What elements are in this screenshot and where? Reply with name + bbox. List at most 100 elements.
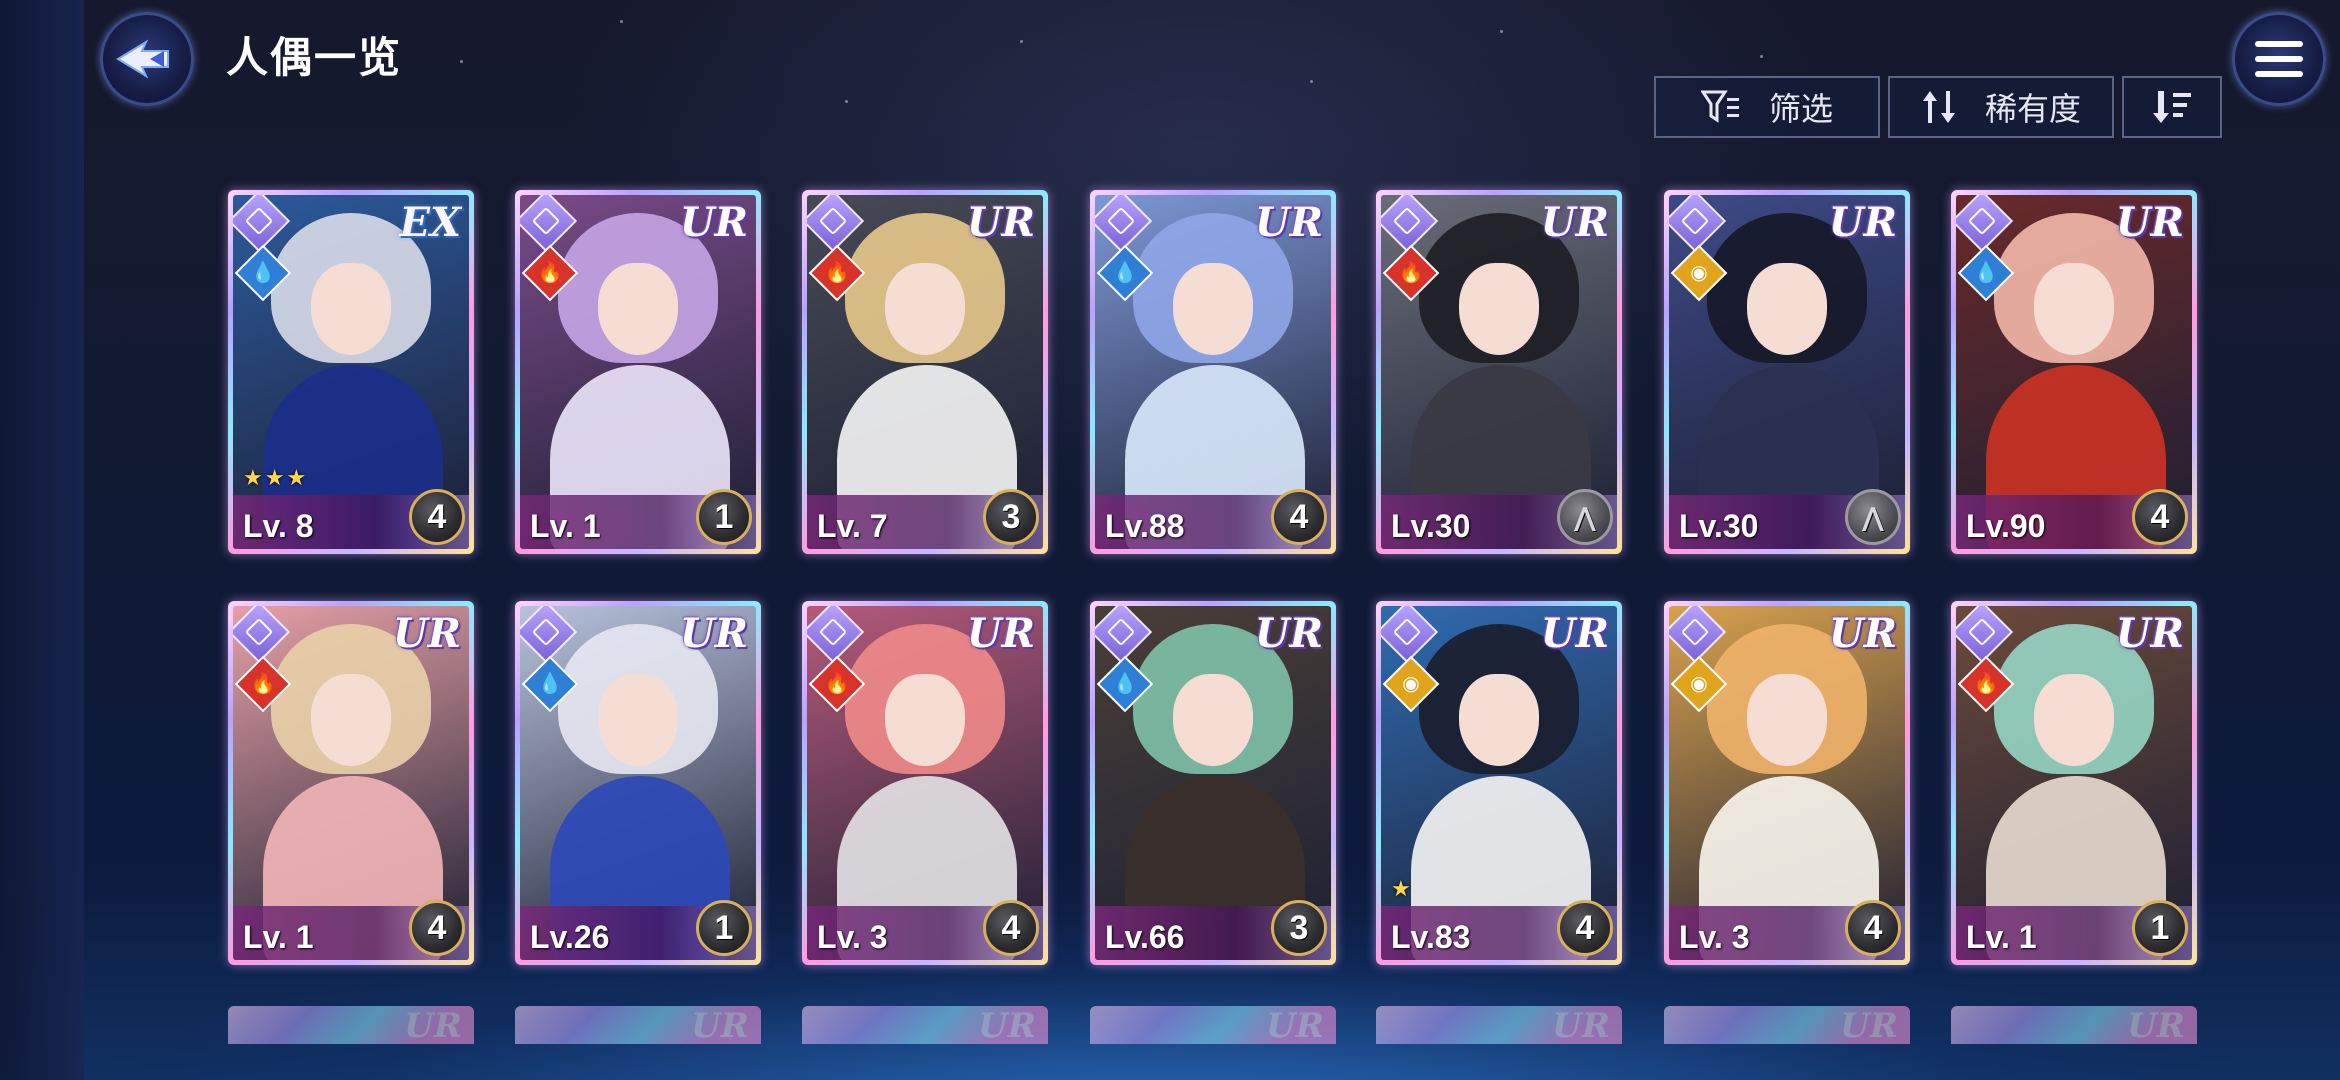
doll-card-partial[interactable]: UR [515,1006,761,1044]
doll-card-inner: UR 🔥 Lv.30 ⋀ [1381,195,1617,549]
wings-emblem-icon: ⋀ [1557,489,1613,545]
sort-order-button[interactable] [2122,76,2222,138]
rarity-label: UR [392,610,461,657]
filter-label: 筛选 [1768,91,1833,127]
doll-card[interactable]: UR ◉ Lv.30 ⋀ [1664,190,1910,554]
level-text: Lv.30 [1391,508,1471,544]
sort-swap-icon [1922,91,1955,123]
wings-emblem-icon: ⋀ [1845,489,1901,545]
level-text: Lv. 1 [530,508,601,544]
level-text: Lv. 7 [817,508,888,544]
doll-card[interactable]: UR 💧 Lv.66 3 [1090,601,1336,965]
rarity-label: UR [978,1006,1036,1044]
filter-button[interactable]: 筛选 [1654,76,1880,138]
awaken-level-badge: 4 [409,900,465,956]
sort-rarity-button[interactable]: 稀有度 [1888,76,2114,138]
portrait-face [885,263,965,355]
doll-card[interactable]: UR ◉ Lv. 34 [1664,601,1910,965]
level-text: Lv.83 [1391,919,1471,955]
doll-card-partial[interactable]: UR [802,1006,1048,1044]
doll-card[interactable]: UR ◉ ★ Lv.83 4 [1376,601,1622,965]
awaken-level-badge: 4 [983,900,1039,956]
rarity-label: UR [1828,610,1897,657]
rarity-label: EX [399,199,461,246]
doll-card-partial[interactable]: UR [228,1006,474,1044]
star-rating: ★ [1391,876,1413,901]
rarity-label: UR [679,610,748,657]
doll-card-inner: UR 💧 Lv.66 3 [1095,606,1331,960]
level-text: Lv. 3 [817,919,888,955]
doll-list-screen: 人偶一览 筛选 稀有度 EX 💧 ★★★ Lv. 8 4 UR 🔥 Lv. 1 … [0,0,2340,1080]
level-text: Lv. 1 [243,919,314,955]
level-text: Lv.66 [1105,919,1185,955]
level-text: Lv.26 [530,919,610,955]
doll-card-inner: UR 🔥 Lv. 73 [807,195,1043,549]
rarity-label: UR [691,1006,749,1044]
rarity-label: UR [966,610,1035,657]
rarity-label: UR [1254,610,1323,657]
doll-card-partial[interactable]: UR [1376,1006,1622,1044]
level-text: Lv.30 [1679,508,1759,544]
rarity-label: UR [2115,199,2184,246]
portrait-face [311,674,391,766]
level-text: Lv. 8 [243,508,314,544]
portrait-face [2034,263,2114,355]
left-edge-band [0,0,84,1080]
rarity-label: UR [1840,1006,1898,1044]
doll-card[interactable]: EX 💧 ★★★ Lv. 84 [228,190,474,554]
doll-card[interactable]: UR 💧 Lv.26 1 [515,601,761,965]
doll-card-partial[interactable]: UR [1951,1006,2197,1044]
main-menu-button[interactable] [2232,12,2326,106]
rarity-label: UR [679,199,748,246]
rarity-label: UR [404,1006,462,1044]
portrait-face [1173,674,1253,766]
portrait-face [1747,263,1827,355]
page-title: 人偶一览 [226,34,403,81]
portrait-face [1459,263,1539,355]
portrait-face [1459,674,1539,766]
sort-label: 稀有度 [1984,91,2081,127]
doll-card[interactable]: UR 💧 Lv.90 4 [1951,190,2197,554]
awaken-level-badge: 3 [1271,900,1327,956]
doll-card[interactable]: UR 🔥 Lv.30 ⋀ [1376,190,1622,554]
doll-card-inner: UR 🔥 Lv. 11 [520,195,756,549]
portrait-face [598,674,678,766]
portrait-face [2034,674,2114,766]
doll-card[interactable]: UR 🔥 Lv. 34 [802,601,1048,965]
filter-icon [1700,90,1739,123]
doll-card[interactable]: UR 🔥 Lv. 73 [802,190,1048,554]
doll-card-inner: UR 🔥 Lv. 34 [807,606,1043,960]
doll-card-inner: UR ◉ Lv.30 ⋀ [1669,195,1905,549]
hamburger-menu-icon [2255,41,2303,77]
awaken-level-badge: 1 [696,900,752,956]
doll-card-inner: UR ◉ Lv. 34 [1669,606,1905,960]
back-button[interactable] [100,12,194,106]
awaken-level-badge: 4 [2132,489,2188,545]
doll-card[interactable]: UR 🔥 Lv. 11 [1951,601,2197,965]
doll-card-inner: EX 💧 ★★★ Lv. 84 [233,195,469,549]
rarity-label: UR [1540,610,1609,657]
doll-card[interactable]: UR 💧 Lv.88 4 [1090,190,1336,554]
awaken-level-badge: 1 [2132,900,2188,956]
doll-card[interactable]: UR 🔥 Lv. 14 [228,601,474,965]
doll-card-inner: UR ◉ ★ Lv.83 4 [1381,606,1617,960]
awaken-level-badge: 4 [1271,489,1327,545]
rarity-label: UR [966,199,1035,246]
doll-card-inner: UR 💧 Lv.26 1 [520,606,756,960]
doll-card-inner: UR 💧 Lv.88 4 [1095,195,1331,549]
level-text: Lv.88 [1105,508,1185,544]
awaken-level-badge: 4 [1557,900,1613,956]
doll-card-inner: UR 🔥 Lv. 11 [1956,606,2192,960]
doll-card-partial[interactable]: UR [1090,1006,1336,1044]
rarity-label: UR [1266,1006,1324,1044]
rarity-label: UR [2115,610,2184,657]
portrait-face [311,263,391,355]
sort-descending-icon [2153,91,2191,123]
portrait-face [1747,674,1827,766]
level-text: Lv. 3 [1679,919,1750,955]
level-text: Lv.90 [1966,508,2046,544]
awaken-level-badge: 4 [409,489,465,545]
portrait-face [1173,263,1253,355]
doll-card[interactable]: UR 🔥 Lv. 11 [515,190,761,554]
doll-card-partial[interactable]: UR [1664,1006,1910,1044]
